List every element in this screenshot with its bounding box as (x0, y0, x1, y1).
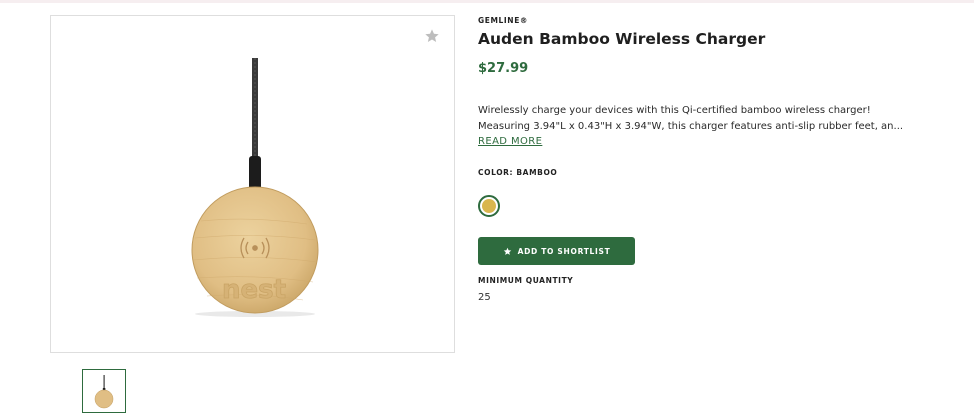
product-price: $27.99 (478, 61, 529, 76)
description-line: Wirelessly charge your devices with this… (478, 105, 871, 116)
brand-name: GEMLINE® (478, 16, 529, 25)
add-to-shortlist-button[interactable]: ADD TO SHORTLIST (478, 237, 635, 265)
top-strip (0, 0, 974, 3)
product-image-frame: nest (50, 15, 455, 353)
star-icon (425, 29, 439, 42)
thumbnail-image (94, 375, 114, 409)
swatch-fill (482, 199, 496, 213)
minimum-quantity-label: MINIMUM QUANTITY (478, 276, 574, 285)
product-title: Auden Bamboo Wireless Charger (478, 30, 766, 48)
minimum-quantity-value: 25 (478, 292, 491, 303)
description-line: Measuring 3.94"L x 0.43"H x 3.94"W, this… (478, 121, 904, 132)
gallery-thumbnail[interactable] (82, 369, 126, 413)
image-logo-text: nest (222, 275, 286, 305)
color-swatch-bamboo[interactable] (478, 195, 500, 217)
product-image: nest (191, 58, 319, 317)
read-more-link[interactable]: READ MORE (478, 136, 542, 147)
add-to-shortlist-label: ADD TO SHORTLIST (517, 246, 611, 256)
color-label: COLOR: BAMBOO (478, 168, 558, 177)
product-description: Wirelessly charge your devices with this… (478, 103, 918, 135)
favorite-star-button[interactable] (424, 28, 440, 44)
star-icon (503, 247, 511, 255)
